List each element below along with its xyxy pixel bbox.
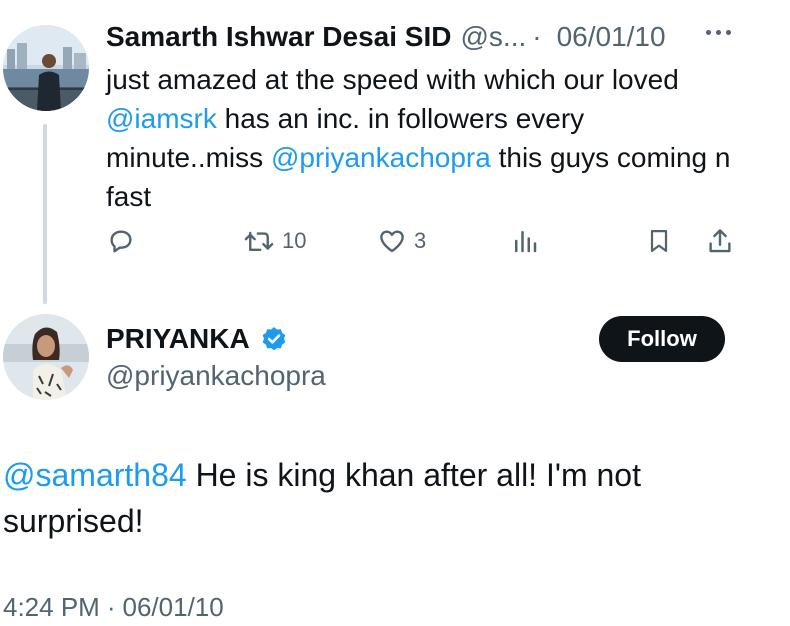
mention-samarth84[interactable]: @samarth84	[3, 457, 187, 493]
like-button[interactable]: 3	[376, 226, 426, 256]
reply-text-part: just amazed at the speed with which our …	[106, 64, 679, 95]
main-display-name[interactable]: PRIYANKA	[106, 323, 250, 355]
reply-display-name[interactable]: Samarth Ishwar Desai SID	[106, 21, 451, 53]
main-time: 4:24 PM	[3, 592, 100, 622]
bookmark-icon	[650, 229, 668, 253]
views-button[interactable]	[510, 226, 540, 256]
reply-action-bar: 10 3	[0, 226, 790, 266]
reply-icon	[110, 230, 132, 253]
reply-button[interactable]	[106, 226, 136, 256]
retweet-icon	[244, 231, 274, 251]
reply-text: just amazed at the speed with which our …	[106, 60, 746, 216]
avatar-priyanka[interactable]	[3, 314, 89, 400]
main-separator: ·	[106, 592, 116, 622]
share-icon	[709, 229, 731, 253]
more-icon[interactable]	[706, 30, 731, 35]
reply-header: Samarth Ishwar Desai SID @s... · 06/01/1…	[106, 21, 666, 53]
like-count: 3	[414, 228, 427, 253]
retweet-button[interactable]: 10	[242, 226, 306, 256]
verified-badge-icon[interactable]	[260, 325, 288, 353]
views-icon	[515, 231, 537, 253]
mention-priyankachopra[interactable]: @priyankachopra	[271, 142, 491, 173]
reply-date[interactable]: 06/01/10	[557, 21, 666, 53]
thread-connector-line	[43, 124, 47, 304]
follow-button[interactable]: Follow	[599, 316, 725, 362]
main-date: 06/01/10	[122, 592, 224, 622]
main-tweet-text: @samarth84 He is king khan after all! I'…	[3, 452, 763, 544]
reply-separator: ·	[532, 21, 542, 52]
main-author-name-row: PRIYANKA	[106, 323, 288, 355]
mention-iamsrk[interactable]: @iamsrk	[106, 103, 217, 134]
bookmark-button[interactable]	[645, 226, 673, 256]
retweet-count: 10	[282, 228, 307, 253]
avatar-samarth[interactable]	[3, 25, 89, 111]
reply-handle[interactable]: @s...	[460, 21, 526, 53]
main-timestamp[interactable]: 4:24 PM · 06/01/10	[3, 592, 224, 623]
share-button[interactable]	[705, 226, 735, 256]
like-icon	[380, 230, 404, 253]
main-handle[interactable]: @priyankachopra	[106, 360, 326, 392]
